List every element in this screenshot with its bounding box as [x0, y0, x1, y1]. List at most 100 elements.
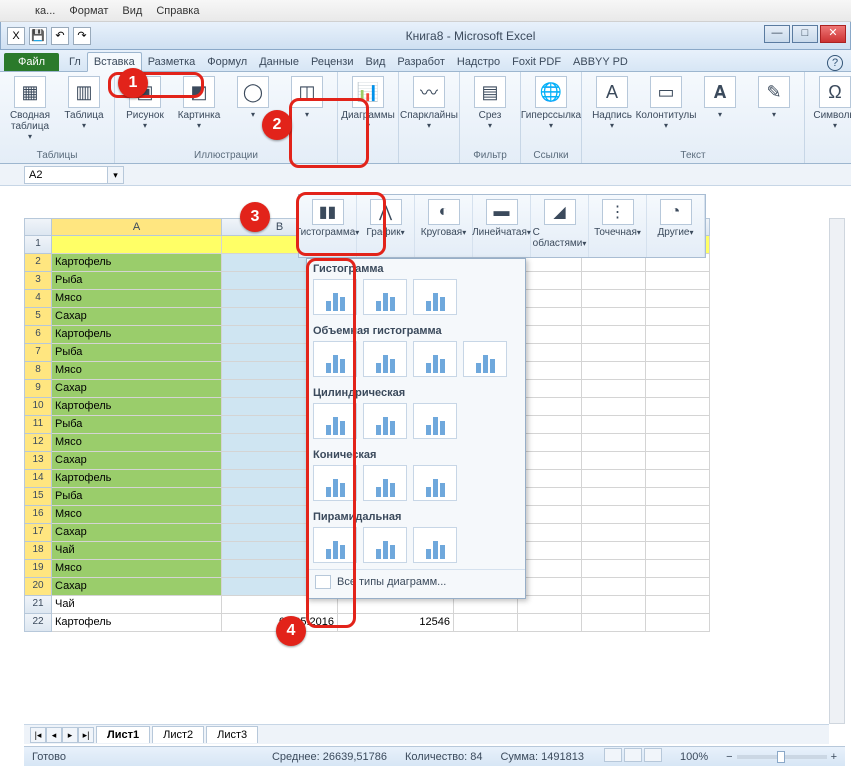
- cell-G8[interactable]: [646, 362, 710, 380]
- row-header[interactable]: 6: [24, 326, 52, 344]
- close-button[interactable]: ✕: [820, 25, 846, 43]
- charts-button[interactable]: 📊Диаграммы: [344, 76, 392, 130]
- cell-A13[interactable]: Сахар: [52, 452, 222, 470]
- cell-E18[interactable]: [518, 542, 582, 560]
- gallery-item[interactable]: [313, 403, 357, 439]
- row-header[interactable]: 12: [24, 434, 52, 452]
- cell-G6[interactable]: [646, 326, 710, 344]
- zoom-level[interactable]: 100%: [680, 751, 708, 763]
- textbox-button[interactable]: AНадпись: [588, 76, 636, 130]
- cell-A6[interactable]: Картофель: [52, 326, 222, 344]
- cell-E19[interactable]: [518, 560, 582, 578]
- gallery-item[interactable]: [463, 341, 507, 377]
- cell-A5[interactable]: Сахар: [52, 308, 222, 326]
- cell-A3[interactable]: Рыба: [52, 272, 222, 290]
- shapes-button[interactable]: ◯: [229, 76, 277, 119]
- cell-E14[interactable]: [518, 470, 582, 488]
- chart-type-pie[interactable]: ◐Круговая: [415, 195, 473, 257]
- vertical-scrollbar[interactable]: [829, 218, 845, 724]
- gallery-item[interactable]: [313, 341, 357, 377]
- cell-E7[interactable]: [518, 344, 582, 362]
- cell-F21[interactable]: [582, 596, 646, 614]
- signature-button[interactable]: ✎: [750, 76, 798, 119]
- cell-E3[interactable]: [518, 272, 582, 290]
- row-header[interactable]: 15: [24, 488, 52, 506]
- row-header[interactable]: 5: [24, 308, 52, 326]
- cell-F9[interactable]: [582, 380, 646, 398]
- cell-A17[interactable]: Сахар: [52, 524, 222, 542]
- cell-E4[interactable]: [518, 290, 582, 308]
- cell-E15[interactable]: [518, 488, 582, 506]
- symbols-button[interactable]: ΩСимволы: [811, 76, 851, 130]
- table-button[interactable]: ▥Таблица: [60, 76, 108, 130]
- cell-D22[interactable]: [454, 614, 518, 632]
- minimize-button[interactable]: —: [764, 25, 790, 43]
- row-header[interactable]: 2: [24, 254, 52, 272]
- cell-F3[interactable]: [582, 272, 646, 290]
- sheet-tab-nav[interactable]: |◂◂▸▸|: [30, 727, 94, 743]
- cell-F14[interactable]: [582, 470, 646, 488]
- tab-вставка[interactable]: Вставка: [87, 52, 142, 72]
- undo-icon[interactable]: ↶: [51, 27, 69, 45]
- redo-icon[interactable]: ↷: [73, 27, 91, 45]
- cell-G9[interactable]: [646, 380, 710, 398]
- clipart-button[interactable]: ◩Картинка: [175, 76, 223, 130]
- cell-F17[interactable]: [582, 524, 646, 542]
- chart-type-scatter[interactable]: ⋮Точечная: [589, 195, 647, 257]
- row-header[interactable]: 19: [24, 560, 52, 578]
- cell-G5[interactable]: [646, 308, 710, 326]
- help-icon[interactable]: ?: [827, 55, 843, 71]
- cell-G17[interactable]: [646, 524, 710, 542]
- cell-A9[interactable]: Сахар: [52, 380, 222, 398]
- cell-G4[interactable]: [646, 290, 710, 308]
- cell-G13[interactable]: [646, 452, 710, 470]
- menu-item[interactable]: Справка: [156, 5, 199, 17]
- select-all-corner[interactable]: [24, 218, 52, 236]
- cell-E21[interactable]: [518, 596, 582, 614]
- chart-type-bar[interactable]: ▬Линейчатая: [473, 195, 531, 257]
- cell-A12[interactable]: Мясо: [52, 434, 222, 452]
- name-box-dropdown[interactable]: ▾: [108, 166, 124, 184]
- cell-E11[interactable]: [518, 416, 582, 434]
- gallery-item[interactable]: [363, 403, 407, 439]
- gallery-item[interactable]: [363, 465, 407, 501]
- cell-F18[interactable]: [582, 542, 646, 560]
- cell-A18[interactable]: Чай: [52, 542, 222, 560]
- sheet-tab-Лист3[interactable]: Лист3: [206, 726, 258, 743]
- cell-F11[interactable]: [582, 416, 646, 434]
- cell-E13[interactable]: [518, 452, 582, 470]
- gallery-item[interactable]: [313, 279, 357, 315]
- cell-C22[interactable]: 12546: [338, 614, 454, 632]
- cell-F4[interactable]: [582, 290, 646, 308]
- cell-G11[interactable]: [646, 416, 710, 434]
- cell-E9[interactable]: [518, 380, 582, 398]
- cell-G18[interactable]: [646, 542, 710, 560]
- sheet-tab-Лист1[interactable]: Лист1: [96, 726, 150, 743]
- sheet-tab-Лист2[interactable]: Лист2: [152, 726, 204, 743]
- cell-F7[interactable]: [582, 344, 646, 362]
- slicer-button[interactable]: ▤Срез: [466, 76, 514, 130]
- row-header[interactable]: 10: [24, 398, 52, 416]
- gallery-item[interactable]: [363, 527, 407, 563]
- tab-разметка[interactable]: Разметка: [142, 53, 202, 71]
- row-header[interactable]: 1: [24, 236, 52, 254]
- tab-вид[interactable]: Вид: [360, 53, 392, 71]
- zoom-slider[interactable]: −+: [726, 751, 837, 763]
- wordart-button[interactable]: 𝐀: [696, 76, 744, 119]
- row-header[interactable]: 7: [24, 344, 52, 362]
- row-header[interactable]: 3: [24, 272, 52, 290]
- row-header[interactable]: 20: [24, 578, 52, 596]
- hyperlink-button[interactable]: 🌐Гиперссылка: [527, 76, 575, 130]
- chart-type-histogram[interactable]: ▮▮Гистограмма: [299, 195, 357, 257]
- cell-B22[interactable]: 06.05.2016: [222, 614, 338, 632]
- tab-foxit pdf[interactable]: Foxit PDF: [506, 53, 567, 71]
- tab-разработ[interactable]: Разработ: [391, 53, 450, 71]
- cell-E22[interactable]: [518, 614, 582, 632]
- gallery-item[interactable]: [363, 279, 407, 315]
- cell-G21[interactable]: [646, 596, 710, 614]
- cell-F13[interactable]: [582, 452, 646, 470]
- cell-E16[interactable]: [518, 506, 582, 524]
- cell-A20[interactable]: Сахар: [52, 578, 222, 596]
- cell-A7[interactable]: Рыба: [52, 344, 222, 362]
- row-22[interactable]: 22Картофель06.05.201612546: [24, 614, 829, 632]
